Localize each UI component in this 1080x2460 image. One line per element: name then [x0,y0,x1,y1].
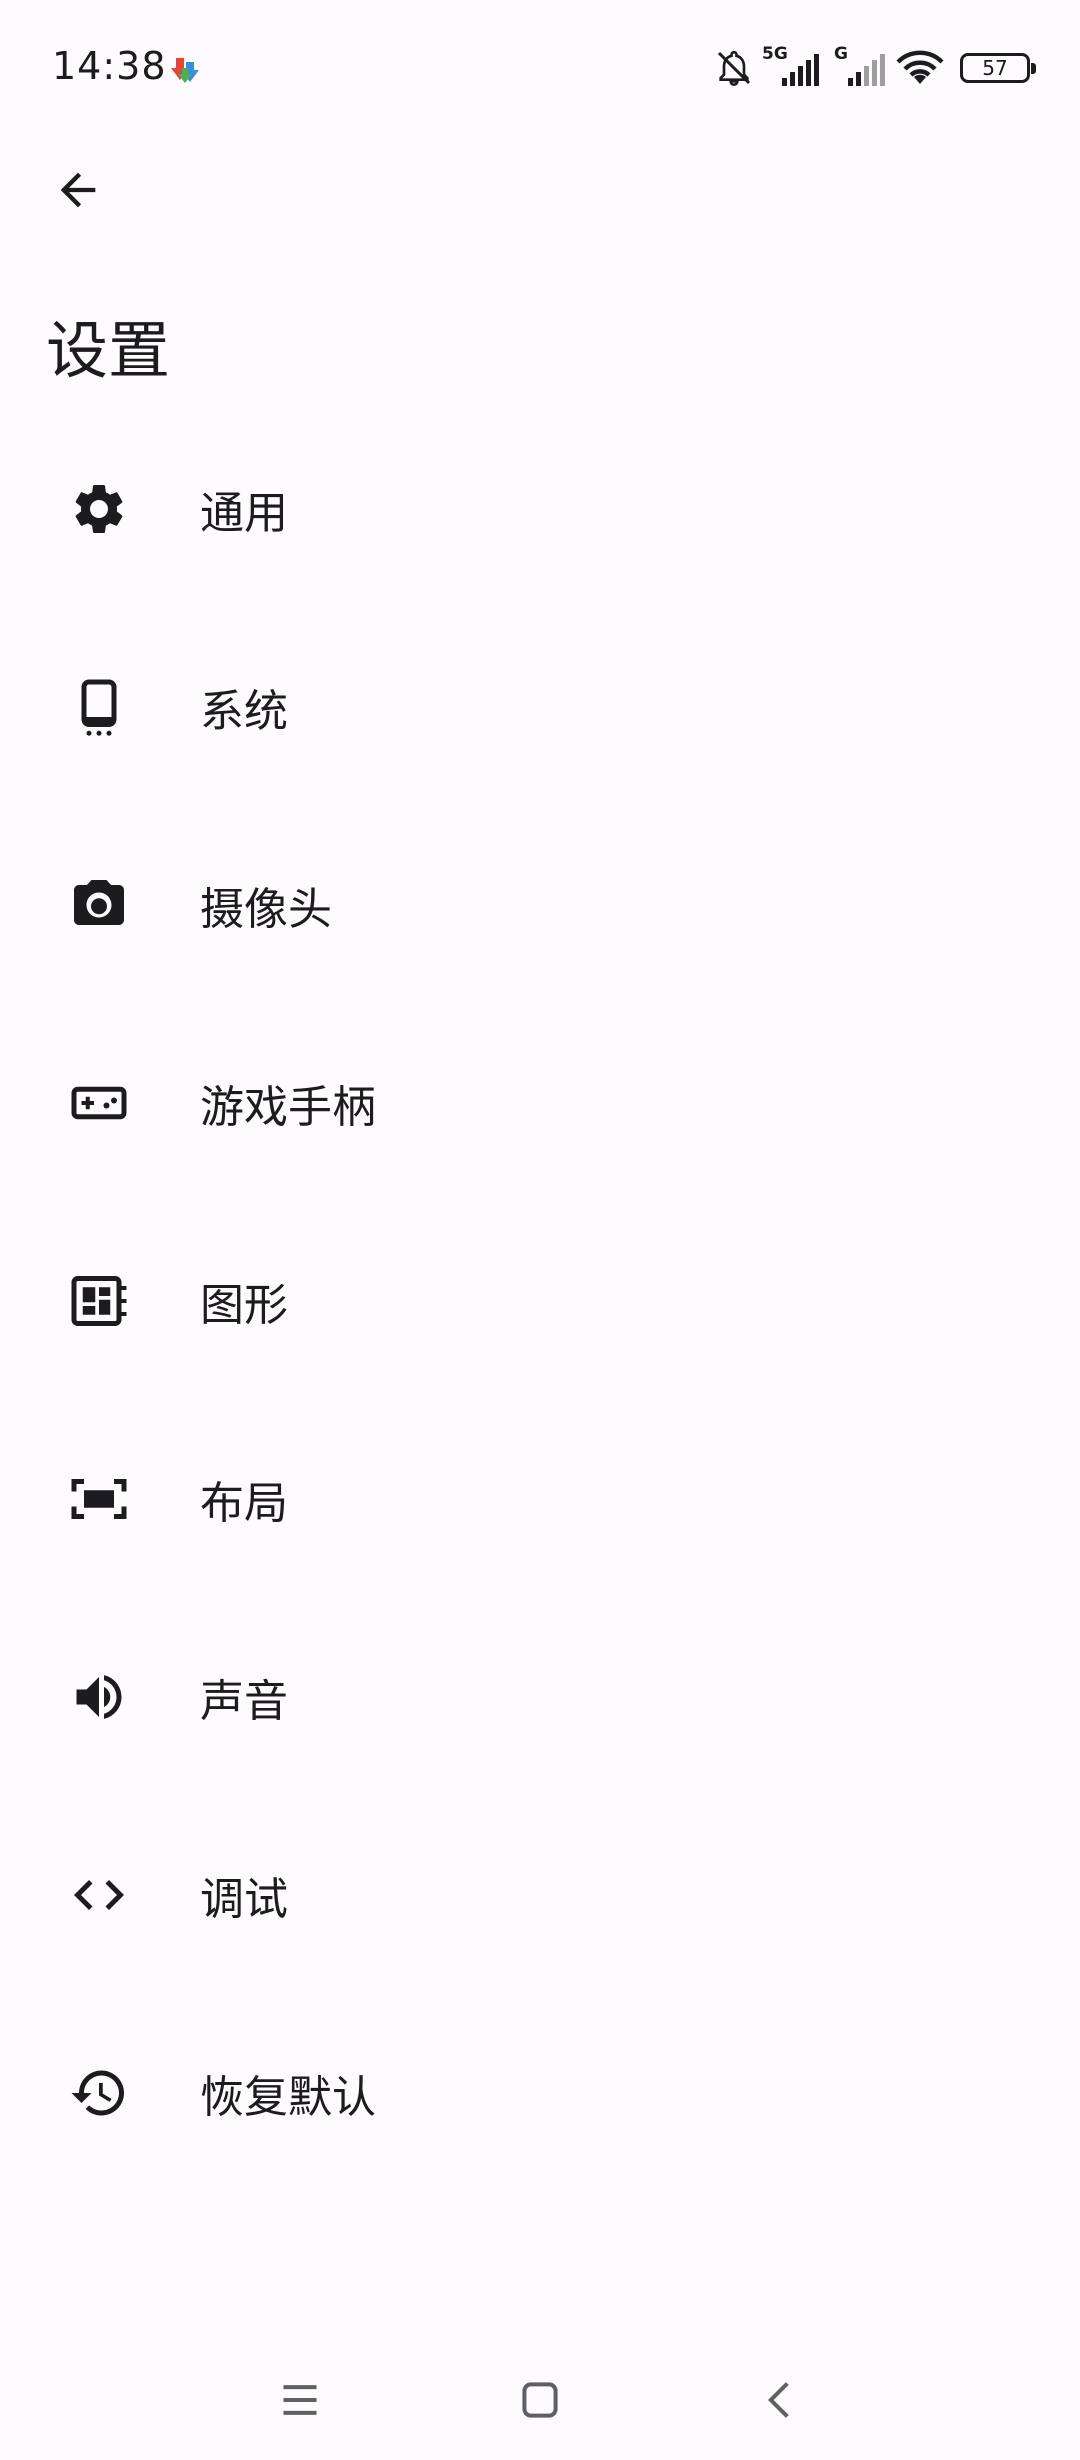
settings-item-layout[interactable]: 布局 [0,1400,1080,1598]
status-icons: 5G G 57 [714,44,1036,92]
settings-item-label: 摄像头 [200,884,332,935]
phone-icon [68,676,130,738]
wifi-icon [896,50,944,84]
settings-item-label: 布局 [200,1478,288,1529]
restore-icon [68,2062,130,2124]
settings-item-gamepad[interactable]: 游戏手柄 [0,1004,1080,1202]
settings-item-label: 通用 [200,488,288,539]
gamepad-icon [68,1072,130,1134]
graphics-icon [68,1270,130,1332]
bell-off-icon [717,50,751,87]
settings-item-graphics[interactable]: 图形 [0,1202,1080,1400]
battery-icon: 57 [960,53,1036,83]
settings-item-debug[interactable]: 调试 [0,1796,1080,1994]
menu-icon [283,2385,317,2415]
settings-item-camera[interactable]: 摄像头 [0,806,1080,1004]
settings-item-system[interactable]: 系统 [0,608,1080,806]
status-bar: 14:38 5G G 57 [0,0,1080,140]
code-icon [68,1864,130,1926]
back-icon [767,2382,789,2418]
page-title: 设置 [46,314,171,387]
nav-home-button[interactable] [500,2360,580,2440]
volume-icon [68,1666,130,1728]
back-button[interactable] [38,150,118,230]
signal-g-icon: G [832,44,888,88]
camera-icon [68,874,130,936]
battery-level: 57 [982,56,1008,80]
settings-item-label: 恢复默认 [200,2072,376,2123]
app-notification-icon [171,58,199,83]
settings-item-label: 调试 [200,1874,288,1925]
settings-item-label: 声音 [200,1676,288,1727]
settings-item-label: 游戏手柄 [200,1082,376,1133]
layout-icon [68,1468,130,1530]
home-icon [522,2382,558,2418]
nav-back-button[interactable] [740,2360,820,2440]
navigation-bar [0,2340,1080,2460]
arrow-back-icon [60,172,96,208]
settings-item-restore-default[interactable]: 恢复默认 [0,1994,1080,2192]
settings-item-label: 图形 [200,1280,288,1331]
settings-item-label: 系统 [200,686,288,737]
gear-icon [68,478,130,540]
settings-item-sound[interactable]: 声音 [0,1598,1080,1796]
settings-list: 通用 系统 摄像头 游戏手柄 图形 布局 声音 调试 恢复默认 [0,410,1080,2192]
settings-item-general[interactable]: 通用 [0,410,1080,608]
signal-5g-icon: 5G [762,44,824,88]
nav-menu-button[interactable] [260,2360,340,2440]
status-time: 14:38 [52,44,167,88]
